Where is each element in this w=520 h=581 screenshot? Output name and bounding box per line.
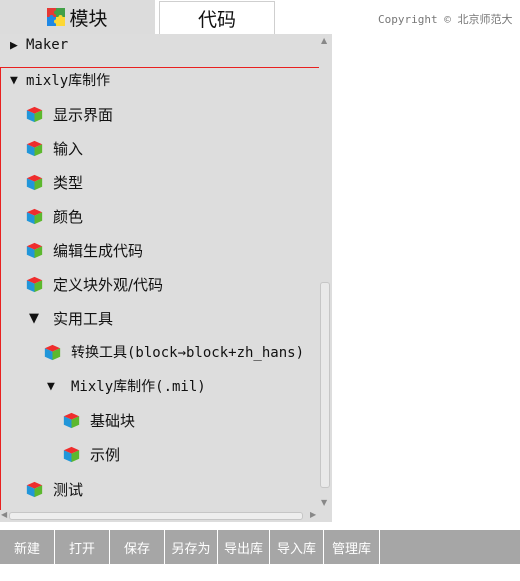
tab-code[interactable]: 代码 <box>159 1 275 34</box>
category-convert-tool[interactable]: 转换工具(block→block+zh_hans) <box>44 342 304 362</box>
cube-icon <box>26 242 43 259</box>
cube-icon <box>26 140 43 157</box>
cube-icon <box>26 481 43 498</box>
toolbox-vertical-scrollbar[interactable]: ▲ ▼ <box>319 34 332 510</box>
collapse-triangle-icon: ▼ <box>10 72 18 88</box>
collapse-triangle-icon: ▼ <box>47 378 55 394</box>
tab-blocks[interactable]: 模块 <box>0 0 155 34</box>
category-input[interactable]: 输入 <box>26 138 83 159</box>
cube-icon <box>63 446 80 463</box>
scrollbar-thumb[interactable] <box>320 282 330 488</box>
save-as-button[interactable]: 另存为 <box>165 530 218 564</box>
cube-icon <box>26 174 43 191</box>
cube-icon <box>26 106 43 123</box>
import-library-button[interactable]: 导入库 <box>270 530 324 564</box>
export-library-button[interactable]: 导出库 <box>218 530 270 564</box>
scroll-left-arrow-icon[interactable]: ◀ <box>1 510 7 519</box>
category-utilities[interactable]: ▼ 实用工具 <box>29 308 113 329</box>
puzzle-icon <box>47 8 66 26</box>
tab-blocks-label: 模块 <box>69 7 108 30</box>
top-tab-bar: 模块 代码 Copyright © 北京师范大 <box>0 0 520 34</box>
bottom-toolbar: 新建 打开 保存 另存为 导出库 导入库 管理库 <box>0 530 520 564</box>
category-mixly-lib[interactable]: ▼ mixly库制作 <box>10 70 110 90</box>
category-mixly-mil[interactable]: ▼ Mixly库制作(.mil) <box>47 376 206 396</box>
scroll-down-arrow-icon[interactable]: ▼ <box>321 498 327 507</box>
category-edit-generate-code[interactable]: 编辑生成代码 <box>26 240 143 261</box>
cube-icon <box>26 276 43 293</box>
category-test[interactable]: 测试 <box>26 479 83 500</box>
divider <box>0 522 520 530</box>
category-maker[interactable]: ▶ Maker <box>10 37 68 53</box>
toolbox-panel: ▶ Maker ▼ mixly库制作 显示界面 输入 类型 颜色 编辑生成代码 … <box>0 34 332 522</box>
new-button[interactable]: 新建 <box>0 530 55 564</box>
category-define-block-appearance[interactable]: 定义块外观/代码 <box>26 274 163 295</box>
cube-icon <box>26 208 43 225</box>
category-basic-blocks[interactable]: 基础块 <box>63 410 135 431</box>
toolbox-horizontal-scrollbar[interactable]: ◀ ▶ <box>0 510 332 522</box>
manage-library-button[interactable]: 管理库 <box>324 530 380 564</box>
scroll-right-arrow-icon[interactable]: ▶ <box>310 510 316 519</box>
open-button[interactable]: 打开 <box>55 530 110 564</box>
save-button[interactable]: 保存 <box>110 530 165 564</box>
scrollbar-thumb[interactable] <box>9 512 303 520</box>
category-examples[interactable]: 示例 <box>63 444 120 465</box>
cube-icon <box>63 412 80 429</box>
collapse-triangle-icon: ▼ <box>29 311 39 326</box>
category-type[interactable]: 类型 <box>26 172 83 193</box>
category-color[interactable]: 颜色 <box>26 206 83 227</box>
category-display-ui[interactable]: 显示界面 <box>26 104 113 125</box>
copyright-text: Copyright © 北京师范大 <box>378 13 513 26</box>
expand-triangle-icon: ▶ <box>10 37 18 53</box>
cube-icon <box>44 344 61 361</box>
scroll-up-arrow-icon[interactable]: ▲ <box>321 36 327 45</box>
block-workspace[interactable] <box>332 34 520 522</box>
